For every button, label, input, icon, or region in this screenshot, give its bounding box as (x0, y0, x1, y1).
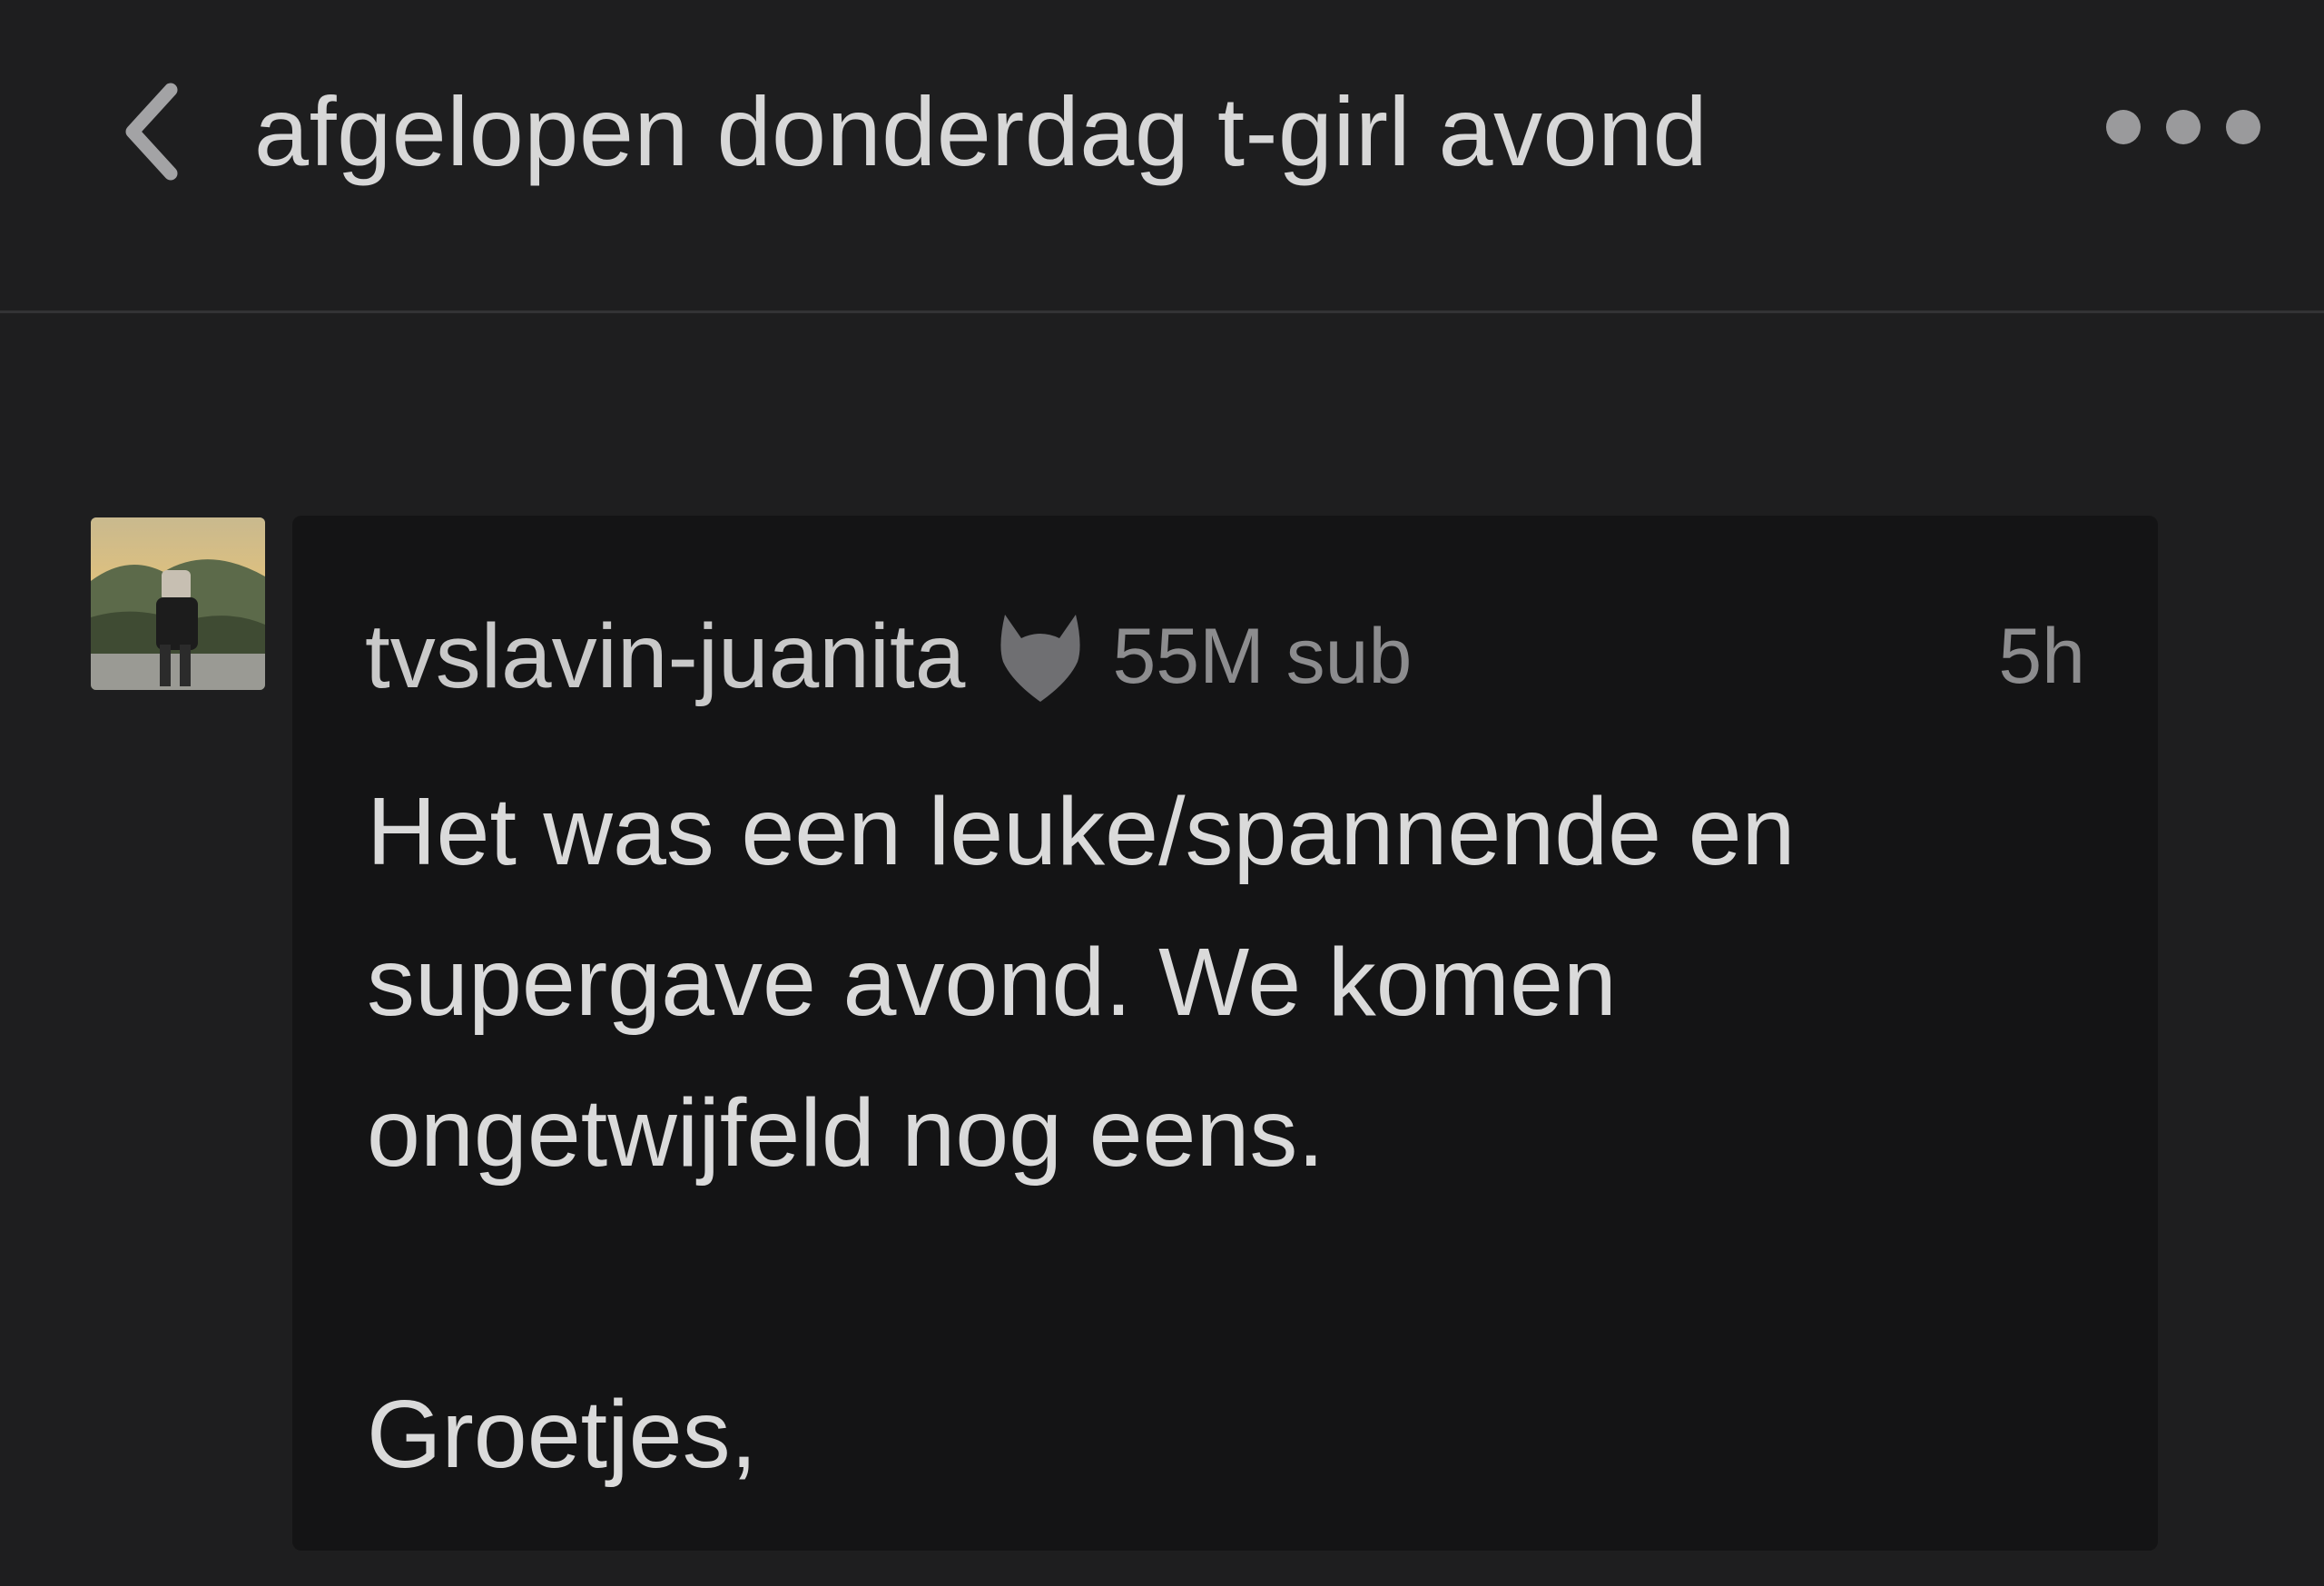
post-body: Het was een leuke/spannende en supergave… (367, 756, 2092, 1510)
post-card: tvslavin-juanita 55M sub 5h Het was een … (292, 516, 2158, 1551)
post-meta: tvslavin-juanita 55M sub 5h (365, 593, 2085, 720)
post-body-line: ongetwijfeld nog eens. (367, 1079, 1324, 1187)
page-title: afgelopen donderdag t-girl avond (254, 76, 1709, 186)
chevron-left-icon (125, 83, 178, 181)
devil-heart-icon (996, 609, 1085, 704)
post-detail-screen: afgelopen donderdag t-girl avond tvslavi… (0, 0, 2324, 1586)
post-time: 5h (1998, 612, 2085, 700)
post-body-line: supergave avond. We komen (367, 929, 1617, 1036)
post-closing: Groetjes, (367, 1381, 758, 1488)
username-link[interactable]: tvslavin-juanita (365, 605, 965, 709)
ellipsis-horizontal-icon (2106, 110, 2141, 144)
post-body-line: Het was een leuke/spannende en (367, 778, 1796, 885)
avatar-image (91, 517, 265, 690)
more-options-button[interactable] (2106, 95, 2260, 159)
back-button[interactable] (109, 77, 200, 186)
subscriber-count: 55M sub (1112, 612, 1413, 700)
avatar[interactable] (91, 517, 265, 690)
top-bar: afgelopen donderdag t-girl avond (0, 0, 2324, 313)
